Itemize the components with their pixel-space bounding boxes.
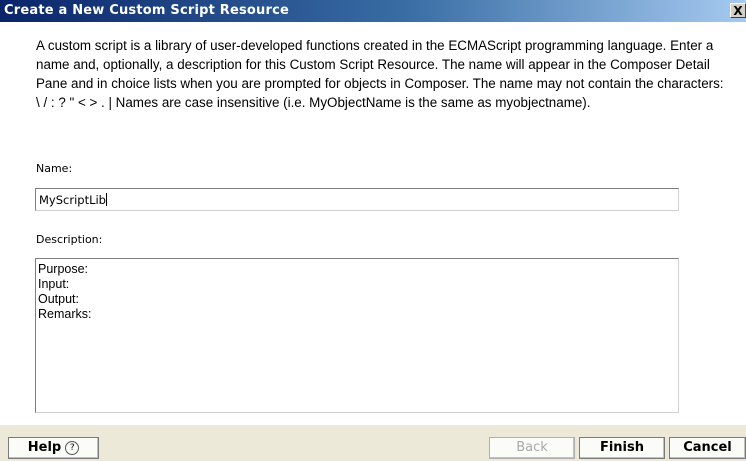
- description-line-output: Output:: [38, 292, 79, 306]
- window-title: Create a New Custom Script Resource: [4, 3, 290, 18]
- intro-text: A custom script is a library of user-dev…: [36, 38, 724, 110]
- help-button[interactable]: Help?: [8, 437, 99, 459]
- back-button-label: Back: [516, 440, 548, 455]
- description-label: Description:: [36, 233, 103, 246]
- dialog-content: A custom script is a library of user-dev…: [0, 22, 746, 425]
- help-icon: ?: [65, 441, 80, 455]
- title-bar: Create a New Custom Script Resource X: [0, 0, 746, 22]
- finish-button-label: Finish: [599, 440, 645, 455]
- description-line-remarks: Remarks:: [38, 307, 92, 321]
- finish-button[interactable]: Finish: [579, 437, 665, 459]
- button-bar: Help? Back Finish Cancel: [0, 425, 746, 461]
- help-button-label: Help: [27, 440, 62, 455]
- name-input[interactable]: MyScriptLib: [35, 188, 679, 211]
- close-button[interactable]: X: [730, 3, 746, 18]
- cancel-button[interactable]: Cancel: [669, 437, 746, 459]
- text-cursor: [105, 193, 107, 206]
- cancel-button-label: Cancel: [683, 440, 732, 455]
- name-value: MyScriptLib: [39, 193, 106, 207]
- close-icon: X: [733, 4, 743, 18]
- description-line-input: Input:: [38, 277, 70, 291]
- back-button[interactable]: Back: [489, 437, 575, 459]
- description-textarea[interactable]: Purpose: Input: Output: Remarks:: [35, 258, 679, 413]
- name-label: Name:: [36, 162, 73, 175]
- description-line-purpose: Purpose:: [38, 262, 89, 276]
